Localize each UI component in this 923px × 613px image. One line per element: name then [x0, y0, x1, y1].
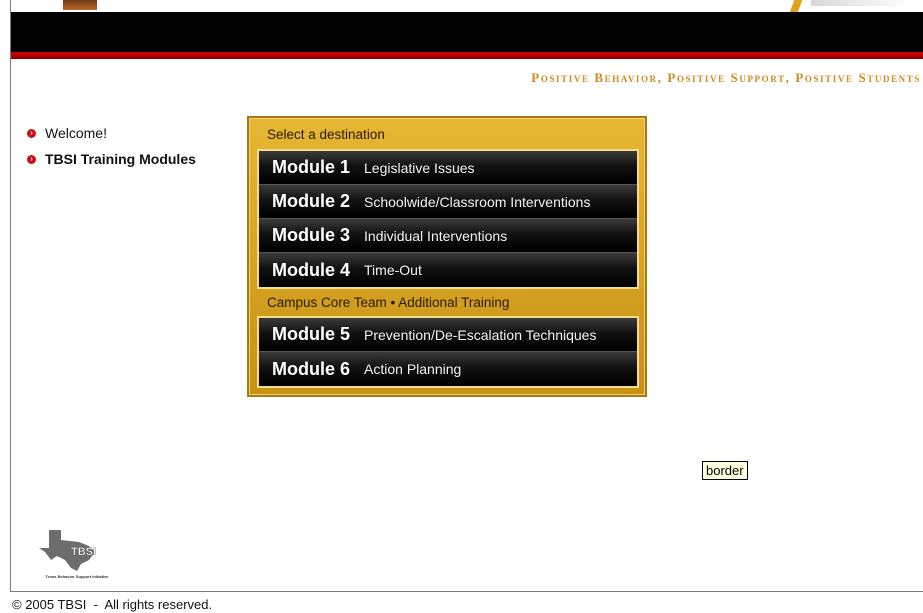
module-title: Action Planning — [364, 361, 462, 377]
module-link-3[interactable]: Module 3 Individual Interventions — [259, 219, 637, 253]
module-number: Module 6 — [272, 358, 351, 379]
logo-text: TBSI — [71, 546, 96, 558]
module-title: Schoolwide/Classroom Interventions — [364, 193, 591, 210]
header-accent-fade — [811, 0, 911, 6]
logo-caption: Texas Behavior Support Initiative — [45, 574, 109, 579]
module-group-additional: Module 5 Prevention/De-Escalation Techni… — [257, 316, 639, 388]
module-link-1[interactable]: Module 1 Legislative Issues — [259, 151, 637, 185]
section-heading-campus-core: Campus Core Team • Additional Training — [267, 295, 510, 310]
section-heading-destination: Select a destination — [267, 127, 385, 142]
tbsi-logo: TBSI Texas Behavior Support Initiative — [31, 524, 123, 582]
module-link-5[interactable]: Module 5 Prevention/De-Escalation Techni… — [259, 318, 637, 352]
tooltip: border — [702, 461, 748, 480]
texas-map-icon: TBSI — [39, 530, 96, 571]
header-top-strip — [11, 0, 923, 18]
module-number: Module 3 — [272, 225, 351, 245]
header-red-bar — [11, 52, 923, 59]
module-group-core: Module 1 Legislative Issues Module 2 Sch… — [257, 149, 639, 289]
nav-item-label: Welcome! — [45, 125, 107, 141]
module-number: Module 4 — [272, 259, 351, 280]
module-number: Module 5 — [272, 324, 351, 344]
module-number: Module 2 — [272, 191, 351, 211]
nav-item-label: TBSI Training Modules — [45, 151, 196, 167]
module-title: Individual Interventions — [364, 227, 508, 244]
module-number: Module 1 — [272, 157, 351, 177]
module-link-4[interactable]: Module 4 Time-Out — [259, 253, 637, 287]
module-link-2[interactable]: Module 2 Schoolwide/Classroom Interventi… — [259, 185, 637, 219]
nav-item-welcome[interactable]: › Welcome! — [27, 120, 196, 146]
arrow-bullet-icon: › — [27, 154, 36, 164]
header-black-bar — [11, 12, 923, 52]
arrow-bullet-icon: › — [27, 128, 36, 138]
side-nav: › Welcome! › TBSI Training Modules — [27, 120, 196, 172]
site-tagline: Positive Behavior, Positive Support, Pos… — [531, 70, 921, 85]
module-title: Prevention/De-Escalation Techniques — [364, 326, 597, 343]
footer-copyright: © 2005 TBSI - All rights reserved. — [12, 597, 213, 612]
header-photo-fragment — [63, 0, 97, 10]
module-title: Legislative Issues — [364, 159, 475, 176]
destination-menu: Select a destination Module 1 Legislativ… — [247, 116, 647, 397]
module-link-6[interactable]: Module 6 Action Planning — [259, 352, 637, 386]
nav-item-training-modules[interactable]: › TBSI Training Modules — [27, 146, 196, 172]
page-frame: Positive Behavior, Positive Support, Pos… — [10, 0, 923, 592]
module-title: Time-Out — [364, 262, 422, 278]
